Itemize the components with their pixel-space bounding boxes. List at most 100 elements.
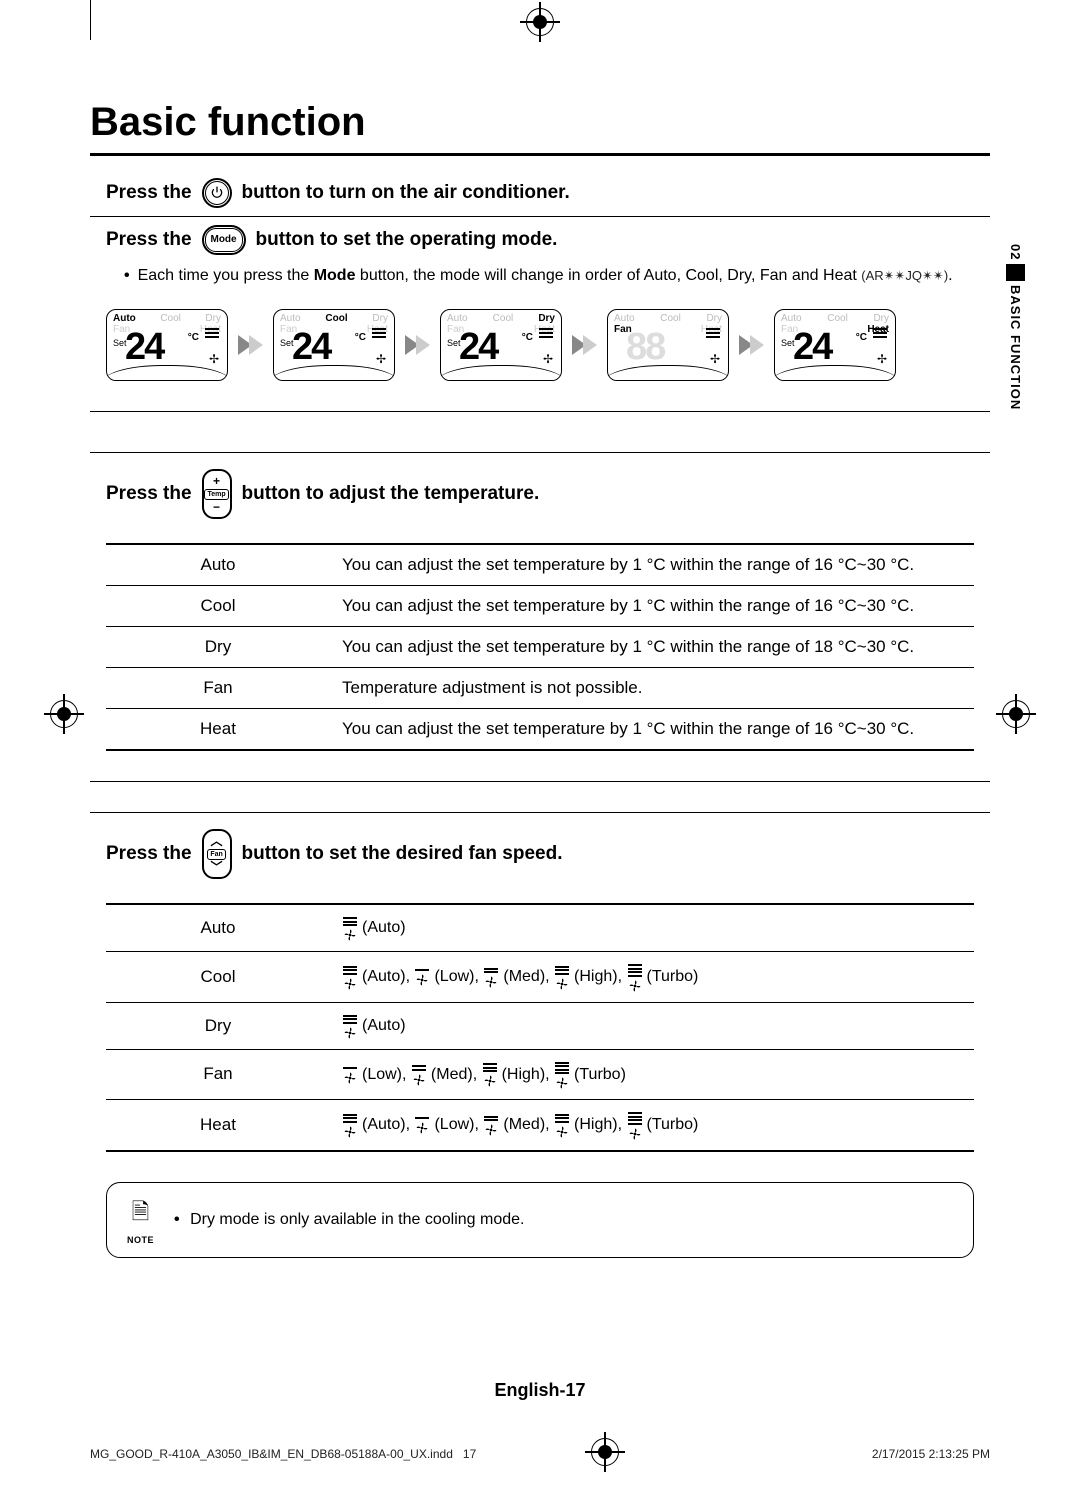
note-text: • Dry mode is only available in the cool… (174, 1211, 524, 1229)
table-row: Heat (Auto), (Low), (Med), (High), (106, 1100, 974, 1151)
fan-speed-icon (482, 1063, 498, 1089)
fan-speed-label: (High) (502, 1065, 546, 1082)
mode-button-icon: Mode (202, 225, 246, 255)
table-row: Fan Temperature adjustment is not possib… (106, 668, 974, 709)
step-trail: button to set the operating mode. (256, 229, 558, 251)
mode-name: Cool (106, 586, 330, 627)
fan-speed-label: (Med) (503, 968, 545, 985)
fan-speed-label: (Auto) (362, 1116, 406, 1133)
registration-mark-bottom (591, 1438, 619, 1466)
step-lead: Press the (106, 182, 192, 204)
fan-speed-label: (Med) (503, 1116, 545, 1133)
fan-speed-label: (Turbo) (574, 1065, 626, 1082)
registration-mark-top (526, 8, 554, 36)
step-trail: button to set the desired fan speed. (242, 843, 563, 865)
mode-desc: You can adjust the set temperature by 1 … (330, 586, 974, 627)
mode-screen: AutoCoolDryFanHeat24Set°C✢ (774, 309, 896, 381)
temp-inc-icon: + (213, 475, 220, 487)
fan-speed-icon (411, 1065, 427, 1088)
note-box: 🗎 NOTE • Dry mode is only available in t… (106, 1182, 974, 1258)
bullet-icon: • (124, 267, 130, 285)
fan-speed-icon (414, 969, 430, 988)
temp-button-label: Temp (204, 489, 228, 500)
note-label: NOTE (127, 1235, 154, 1245)
fan-speed-icon (342, 966, 358, 992)
mode-name: Auto (106, 544, 330, 586)
fan-speed-icon (342, 1114, 358, 1140)
table-row: Heat You can adjust the set temperature … (106, 709, 974, 751)
fan-speed-label: (Auto) (362, 919, 406, 936)
note-icon: 🗎 NOTE (127, 1195, 154, 1245)
mode-screen: AutoCoolDryFanHeat24Set°C✢ (440, 309, 562, 381)
page-title: Basic function (90, 100, 990, 145)
print-footer: MG_GOOD_R-410A_A3050_IB&IM_EN_DB68-05188… (90, 1447, 990, 1461)
mode-name: Dry (106, 1002, 330, 1049)
title-divider (90, 153, 990, 156)
section-tab-marker (1006, 264, 1025, 281)
fan-speed-icon (554, 1062, 570, 1092)
arrow-next-icon (739, 335, 764, 355)
arrow-next-icon (405, 335, 430, 355)
mode-desc: You can adjust the set temperature by 1 … (330, 544, 974, 586)
fan-speed-icon (483, 968, 499, 991)
fan-inc-icon: ︿ (211, 835, 223, 847)
fan-speed-icon (627, 964, 643, 994)
temperature-table: Auto You can adjust the set temperature … (106, 543, 974, 751)
mode-button-label: Mode (205, 228, 243, 252)
step-temp: Press the + Temp − button to adjust the … (90, 453, 990, 527)
fan-speed-table: Auto (Auto)Cool (Auto), (Low), (106, 903, 974, 1152)
arrow-next-icon (572, 335, 597, 355)
fan-speed-icon (554, 966, 570, 992)
fan-speed-icon (342, 917, 358, 943)
temp-button-icon: + Temp − (202, 469, 232, 519)
fan-speed-icon (554, 1114, 570, 1140)
table-row: Auto (Auto) (106, 904, 974, 952)
table-row: Cool You can adjust the set temperature … (106, 586, 974, 627)
arrow-next-icon (238, 335, 263, 355)
fan-speed-icon (414, 1117, 430, 1136)
table-row: Dry You can adjust the set temperature b… (106, 627, 974, 668)
mode-screen: AutoCoolDryFanHeat88✢ (607, 309, 729, 381)
fan-speed-label: (Low) (434, 968, 474, 985)
fan-speed-label: (Auto) (362, 1017, 406, 1034)
step-trail: button to adjust the temperature. (242, 483, 540, 505)
fan-speed-label: (Low) (434, 1116, 474, 1133)
section-tab-number: 02 (1006, 240, 1025, 264)
mode-screens-row: AutoCoolDryFanHeat24Set°C✢ AutoCoolDryFan… (90, 299, 990, 411)
step-fan: Press the ︿ Fan ﹀ button to set the desi… (90, 813, 990, 887)
mode-name: Dry (106, 627, 330, 668)
mode-note-text: Each time you press the Mode button, the… (138, 267, 953, 285)
temp-dec-icon: − (213, 501, 220, 513)
fan-speed-label: (Turbo) (647, 1116, 699, 1133)
fan-speed-label: (Med) (431, 1065, 473, 1082)
fan-speeds-cell: (Low), (Med), (High), (Turbo) (330, 1049, 974, 1100)
fan-speed-label: (Turbo) (647, 968, 699, 985)
mode-name: Cool (106, 952, 330, 1003)
fan-speed-icon (483, 1116, 499, 1139)
fan-speed-icon (627, 1112, 643, 1142)
mode-desc: You can adjust the set temperature by 1 … (330, 627, 974, 668)
page-footer: English-17 (0, 1380, 1080, 1401)
mode-screen: AutoCoolDryFanHeat24Set°C✢ (106, 309, 228, 381)
fan-speed-label: (High) (574, 1116, 618, 1133)
fan-speed-label: (Auto) (362, 968, 406, 985)
step-lead: Press the (106, 229, 192, 251)
manual-page: 02 BASIC FUNCTION Basic function Press t… (0, 0, 1080, 1491)
mode-name: Fan (106, 668, 330, 709)
fan-speeds-cell: (Auto), (Low), (Med), (High), (Turbo) (330, 952, 974, 1003)
fan-speed-icon (342, 1015, 358, 1041)
mode-desc: Temperature adjustment is not possible. (330, 668, 974, 709)
fan-speeds-cell: (Auto) (330, 1002, 974, 1049)
fan-button-icon: ︿ Fan ﹀ (202, 829, 232, 879)
table-row: Cool (Auto), (Low), (Med), (High), (106, 952, 974, 1003)
step-lead: Press the (106, 843, 192, 865)
mode-name: Heat (106, 709, 330, 751)
note-doc-icon: 🗎 (132, 1195, 150, 1233)
mode-note: • Each time you press the Mode button, t… (90, 263, 990, 299)
print-footer-timestamp: 2/17/2015 2:13:25 PM (872, 1447, 990, 1461)
step-trail: button to turn on the air conditioner. (242, 182, 570, 204)
mode-desc: You can adjust the set temperature by 1 … (330, 709, 974, 751)
step-mode: Press the Mode button to set the operati… (90, 217, 990, 263)
mode-name: Auto (106, 904, 330, 952)
power-icon (210, 186, 224, 200)
